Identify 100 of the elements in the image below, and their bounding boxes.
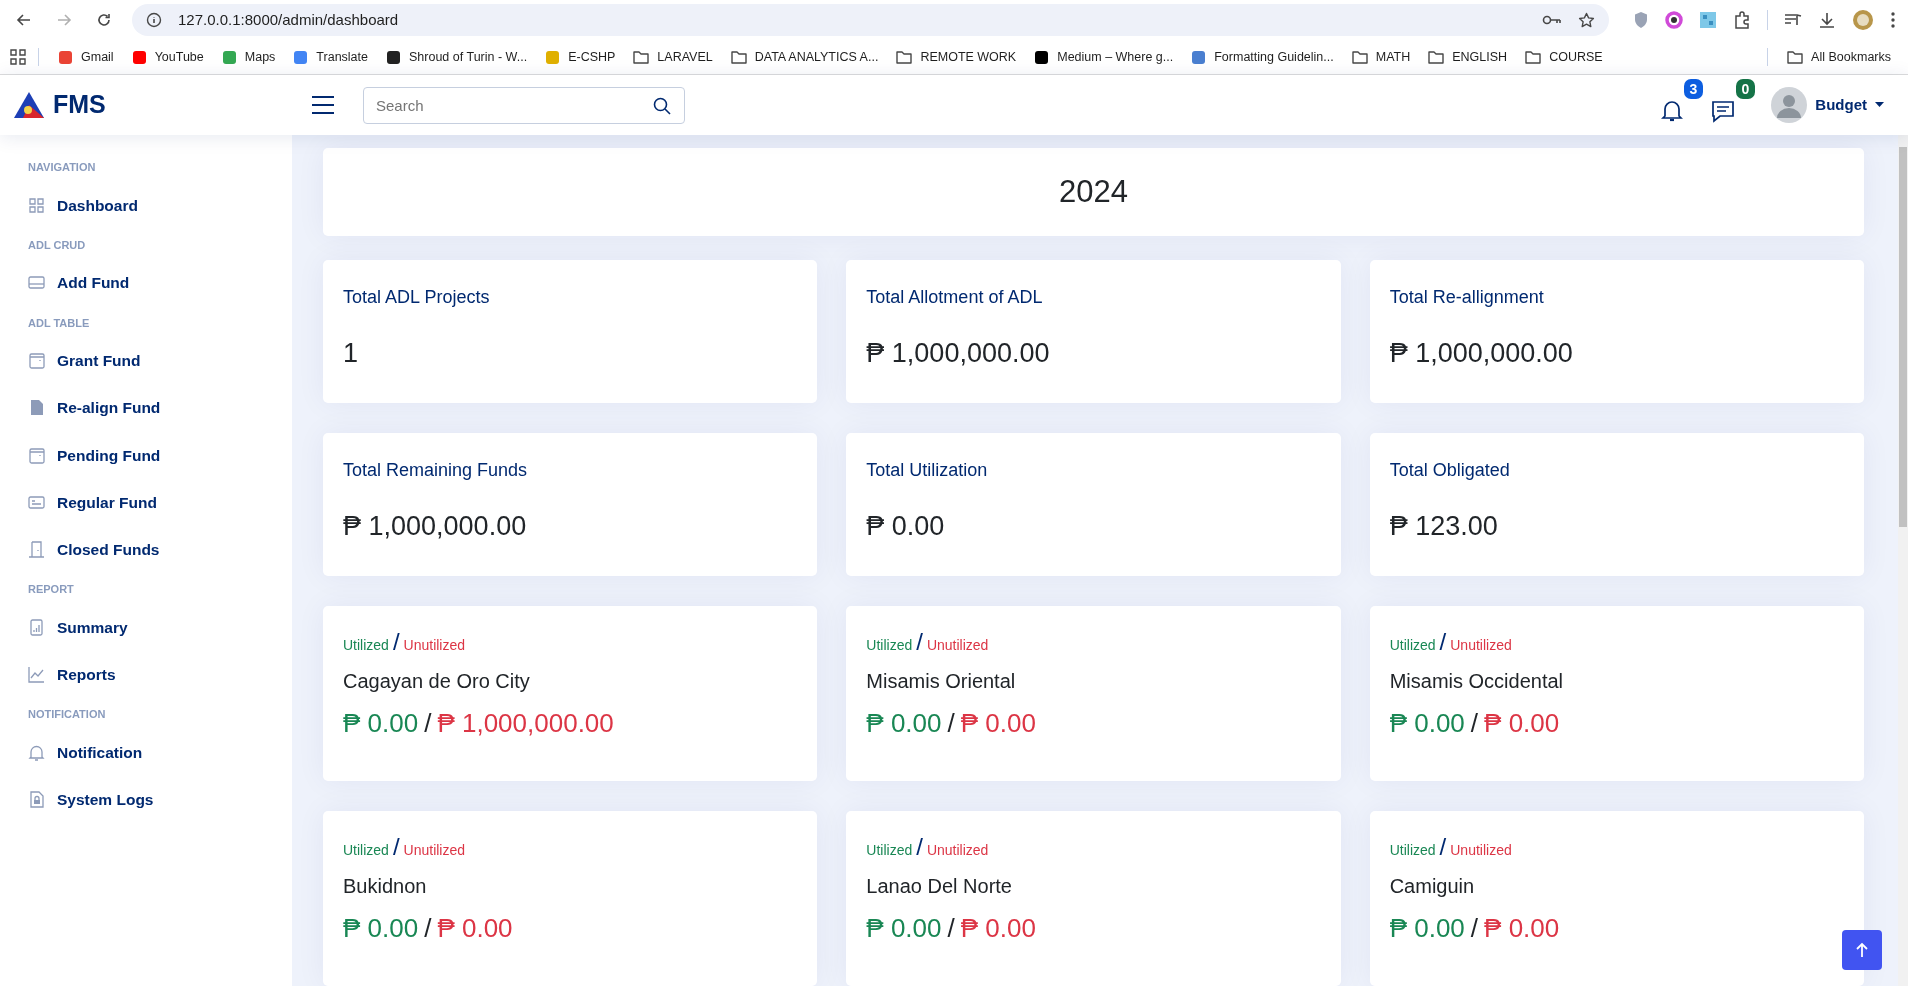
utilized-amount: ₱ 0.00	[1389, 912, 1465, 945]
unutilized-amount: ₱ 0.00	[1484, 707, 1560, 740]
folder-icon	[633, 50, 650, 64]
region-name: Cagayan de Oro City	[343, 669, 531, 694]
chat-icon	[1711, 99, 1736, 123]
unutilized-amount: ₱ 0.00	[437, 912, 513, 945]
bookmark[interactable]: E-CSHP	[538, 44, 623, 70]
more-menu-icon[interactable]	[1890, 11, 1896, 29]
sidebar-link[interactable]: Grant Fund	[28, 337, 292, 385]
sidebar-link[interactable]: Notification	[28, 728, 292, 776]
bookmark[interactable]: YouTube	[124, 44, 211, 70]
utilized-amount: ₱ 0.00	[866, 912, 942, 945]
folder-icon	[730, 50, 747, 64]
address-bar[interactable]: 127.0.0.1:8000/admin/dashboard	[132, 4, 1609, 36]
sidebar-link[interactable]: Reports	[28, 651, 292, 699]
bookmark[interactable]: ENGLISH	[1421, 44, 1515, 70]
region-name: Misamis Occidental	[1389, 669, 1565, 694]
unutilized-label: Unutilized	[403, 841, 466, 860]
stat-title: Total Remaining Funds	[343, 459, 529, 482]
bookmark[interactable]: Translate	[286, 44, 375, 70]
line-icon	[28, 666, 45, 684]
sidebar-link[interactable]: Closed Funds	[28, 526, 292, 574]
scrollbar[interactable]	[1898, 135, 1908, 986]
download-icon[interactable]	[1818, 11, 1836, 29]
up-arrow-icon	[1855, 942, 1869, 958]
unutilized-amount: ₱ 1,000,000.00	[437, 707, 614, 740]
menu-icon	[311, 95, 335, 115]
sidebar-link[interactable]: Regular Fund	[28, 478, 292, 526]
utilized-label: Utilized	[1389, 841, 1436, 860]
stat-title: Total Allotment of ADL	[866, 286, 1044, 309]
region-name: Camiguin	[1389, 874, 1476, 899]
media-list-icon[interactable]	[1784, 12, 1802, 28]
region-name: Lanao Del Norte	[866, 874, 1013, 899]
unutilized-amount: ₱ 0.00	[960, 912, 1036, 945]
pattern-square-icon[interactable]	[1699, 11, 1717, 29]
bookmark[interactable]: Gmail	[51, 44, 121, 70]
bookmark[interactable]: LARAVEL	[626, 44, 720, 70]
calendar-icon	[28, 352, 45, 370]
back-to-top-button[interactable]	[1842, 930, 1882, 970]
stat-value: ₱ 123.00	[1389, 510, 1499, 543]
stat-value: 1	[343, 337, 360, 370]
bookmark[interactable]: Formatting Guidelin...	[1184, 44, 1341, 70]
profile-dropdown[interactable]: Budget	[1771, 87, 1884, 123]
ring-icon[interactable]	[1665, 11, 1683, 29]
stat-title: Total Utilization	[866, 459, 989, 482]
section-heading: ADL TABLE	[28, 315, 91, 331]
info-icon	[146, 12, 162, 28]
bookmark[interactable]: DATA ANALYTICS A...	[723, 44, 886, 70]
all-bookmarks-link[interactable]: All Bookmarks	[1780, 44, 1898, 70]
separator: /	[1470, 707, 1479, 740]
star-icon[interactable]	[1578, 11, 1595, 29]
utilized-amount: ₱ 0.00	[343, 912, 419, 945]
bookmark[interactable]: Shroud of Turin - W...	[379, 44, 535, 70]
bookmark[interactable]: MATH	[1344, 44, 1418, 70]
message-count-badge: 0	[1735, 79, 1756, 99]
stat-title: Total ADL Projects	[343, 286, 491, 309]
bookmark[interactable]: COURSE	[1518, 44, 1610, 70]
folder-icon	[1787, 50, 1804, 64]
sidebar-link[interactable]: Re-align Fund	[28, 384, 292, 432]
sidebar-link[interactable]: System Logs	[28, 776, 292, 824]
separator: /	[947, 912, 955, 945]
utilized-label: Utilized	[1389, 636, 1436, 655]
back-arrow-icon	[16, 12, 32, 28]
profile-avatar-icon[interactable]	[1852, 9, 1874, 31]
list-icon	[28, 493, 45, 511]
key-icon[interactable]	[1542, 14, 1562, 26]
separator: /	[392, 627, 400, 657]
messages-button[interactable]	[1711, 99, 1736, 123]
bookmark[interactable]: REMOTE WORK	[889, 44, 1024, 70]
sidebar-link[interactable]: Summary	[28, 603, 292, 651]
sidebar-link[interactable]: Pending Fund	[28, 431, 292, 479]
search-icon[interactable]	[653, 96, 671, 115]
caret-down-icon	[1875, 102, 1884, 108]
folder-icon	[1428, 50, 1445, 64]
sidebar-link[interactable]: Add Fund	[28, 259, 292, 307]
bell-icon	[28, 743, 45, 761]
door-icon	[28, 541, 45, 559]
file-icon	[28, 399, 45, 417]
reload-icon	[96, 12, 112, 28]
separator: /	[947, 707, 955, 740]
stat-value: ₱ 1,000,000.00	[1389, 337, 1574, 370]
apps-grid-icon[interactable]	[10, 49, 26, 65]
notification-count-badge: 3	[1683, 79, 1704, 99]
year-heading: 2024	[1059, 172, 1128, 211]
forward-arrow-icon	[56, 12, 72, 28]
notifications-button[interactable]	[1661, 99, 1684, 123]
brand-name: FMS	[53, 89, 106, 121]
puzzle-icon[interactable]	[1733, 11, 1751, 29]
separator: /	[1439, 832, 1447, 862]
utilized-amount: ₱ 0.00	[1389, 707, 1465, 740]
search-field[interactable]: Search	[363, 86, 685, 124]
bookmark[interactable]: Medium – Where g...	[1027, 44, 1181, 70]
bookmark[interactable]: Maps	[214, 44, 283, 70]
unutilized-label: Unutilized	[1450, 841, 1512, 860]
region-name: Bukidnon	[343, 874, 428, 899]
sidebar-link[interactable]: Dashboard	[28, 181, 292, 229]
folder-icon	[1351, 50, 1368, 64]
unutilized-label: Unutilized	[926, 841, 989, 860]
separator: /	[424, 707, 432, 740]
unutilized-label: Unutilized	[926, 636, 989, 655]
